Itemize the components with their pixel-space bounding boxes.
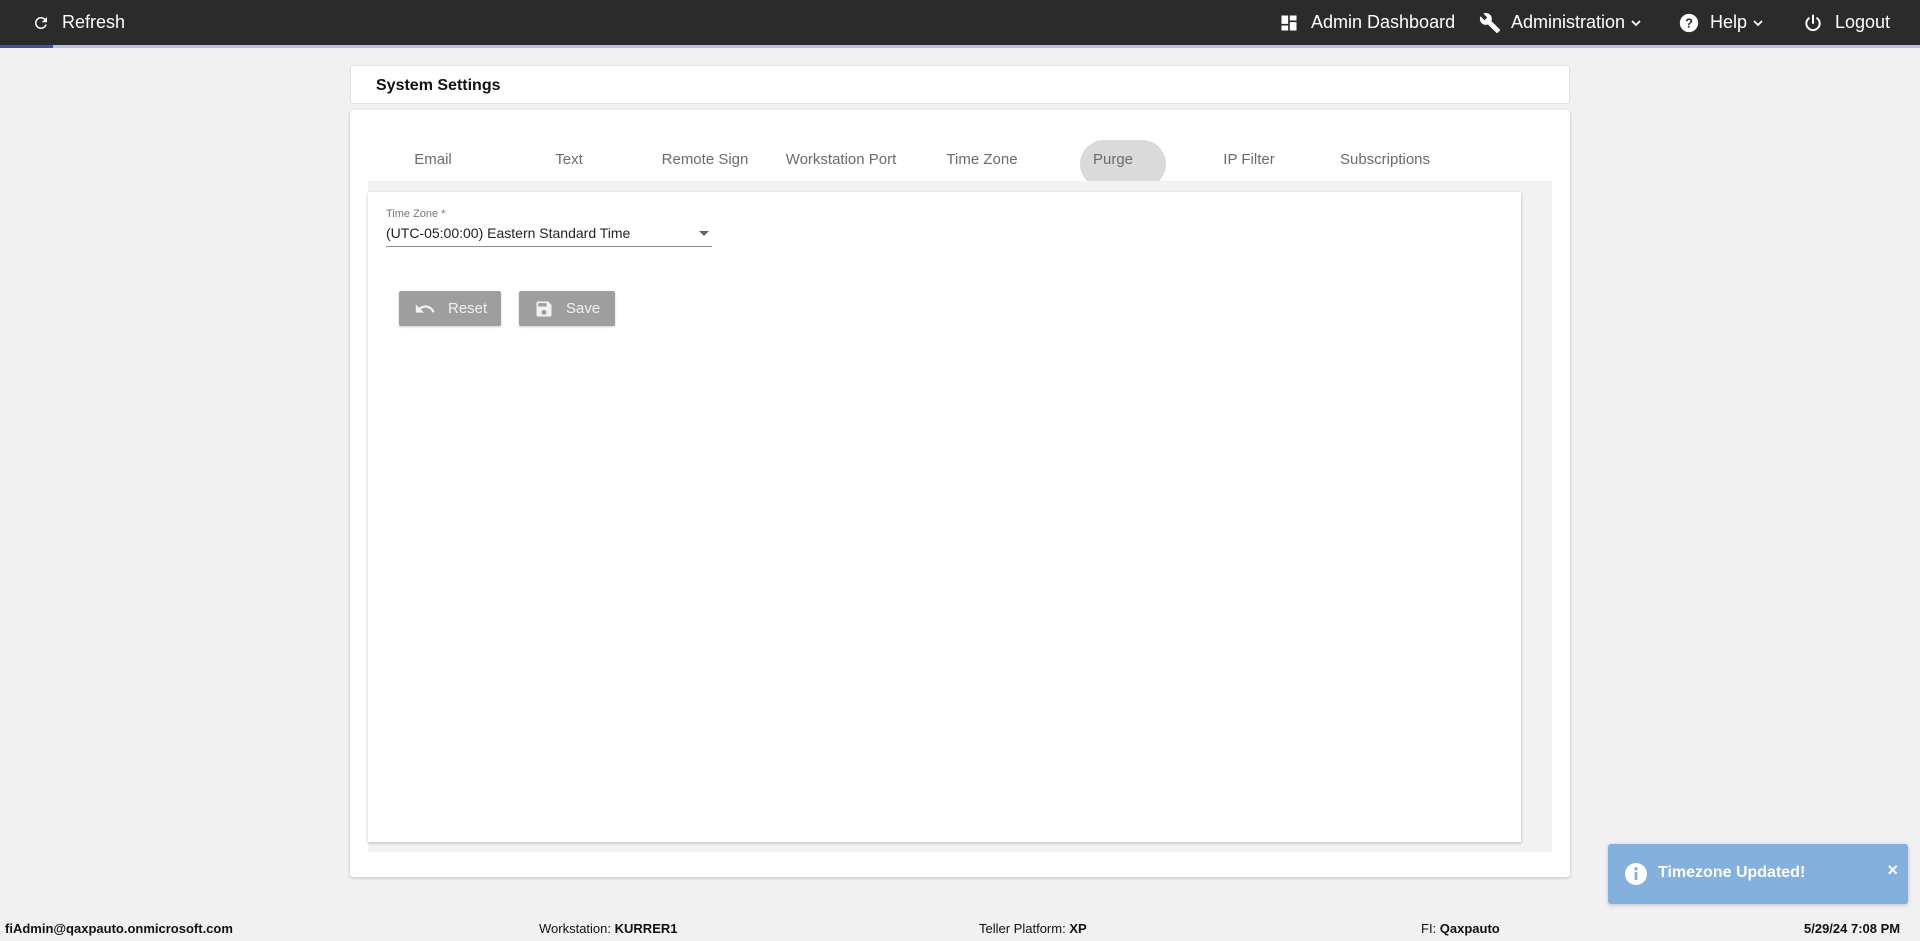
power-icon <box>1805 14 1821 31</box>
refresh-icon <box>35 16 47 29</box>
logout-label: Logout <box>1835 12 1891 32</box>
reset-label: Reset <box>448 300 488 317</box>
topbar-progress-track <box>0 45 1920 48</box>
top-nav-bar: Refresh Admin Dashboard Administration ?… <box>0 0 1920 45</box>
toast-notification: Timezone Updated! × <box>1608 844 1908 904</box>
time-zone-select[interactable]: (UTC-05:00:00) Eastern Standard Time <box>386 223 712 247</box>
status-teller-platform-label: Teller Platform: <box>979 921 1066 936</box>
svg-text:?: ? <box>1685 15 1693 30</box>
administration-menu[interactable]: Administration <box>1479 0 1642 45</box>
admin-dashboard-label: Admin Dashboard <box>1311 12 1456 32</box>
time-zone-selected-value: (UTC-05:00:00) Eastern Standard Time <box>386 225 631 241</box>
status-fi-label: FI: <box>1421 921 1437 936</box>
wrench-icon <box>1479 12 1501 33</box>
save-button[interactable]: Save <box>519 291 615 326</box>
status-workstation: Workstation: KURRER1 <box>539 921 677 936</box>
help-circle-icon: ? <box>1679 13 1699 32</box>
reset-button[interactable]: Reset <box>399 291 501 326</box>
status-fi-value: Qaxpauto <box>1439 921 1500 936</box>
time-zone-panel: Time Zone * (UTC-05:00:00) Eastern Stand… <box>368 192 1521 842</box>
status-datetime: 5/29/24 7:08 PM <box>1804 921 1901 936</box>
status-bar: fiAdmin@qaxpauto.onmicrosoft.com Worksta… <box>0 915 1920 941</box>
chevron-down-icon <box>1631 19 1641 26</box>
status-fi: FI: Qaxpauto <box>1421 921 1500 936</box>
toast-message: Timezone Updated! <box>1658 864 1806 881</box>
administration-label: Administration <box>1511 12 1626 32</box>
tab-label: Remote Sign <box>661 151 749 168</box>
admin-dashboard-link[interactable]: Admin Dashboard <box>1279 0 1455 45</box>
tab-label: Email <box>414 151 452 168</box>
status-teller-platform-value: XP <box>1069 921 1087 936</box>
topbar-progress-indicator <box>0 45 53 48</box>
tab-label: Subscriptions <box>1339 151 1431 168</box>
refresh-button[interactable]: Refresh <box>32 0 125 45</box>
info-icon <box>1625 863 1647 885</box>
logout-button[interactable]: Logout <box>1803 0 1890 45</box>
tab-label: Time Zone <box>946 151 1018 168</box>
chevron-down-icon <box>1753 19 1763 26</box>
help-menu[interactable]: ? Help <box>1678 0 1764 45</box>
dropdown-caret-icon <box>699 231 709 236</box>
status-workstation-value: KURRER1 <box>614 921 678 936</box>
page-header: System Settings <box>350 65 1570 104</box>
tab-label: Workstation Port <box>785 151 897 168</box>
tab-label: Purge <box>1092 151 1134 168</box>
tab-label: Text <box>555 151 583 168</box>
settings-card: Email Text Remote Sign Workstation Port … <box>350 110 1570 877</box>
refresh-label: Refresh <box>62 12 126 32</box>
page-title: System Settings <box>376 77 501 94</box>
status-user: fiAdmin@qaxpauto.onmicrosoft.com <box>5 921 233 936</box>
help-label: Help <box>1710 12 1748 32</box>
status-workstation-label: Workstation: <box>539 921 612 936</box>
close-icon[interactable]: × <box>1887 860 1898 881</box>
status-teller-platform: Teller Platform: XP <box>979 921 1087 936</box>
time-zone-field-label: Time Zone * <box>386 208 446 220</box>
undo-icon <box>415 303 435 313</box>
floppy-disk-icon <box>536 301 552 316</box>
save-label: Save <box>566 300 601 317</box>
dashboard-icon <box>1281 15 1297 30</box>
tab-label: IP Filter <box>1223 151 1275 168</box>
